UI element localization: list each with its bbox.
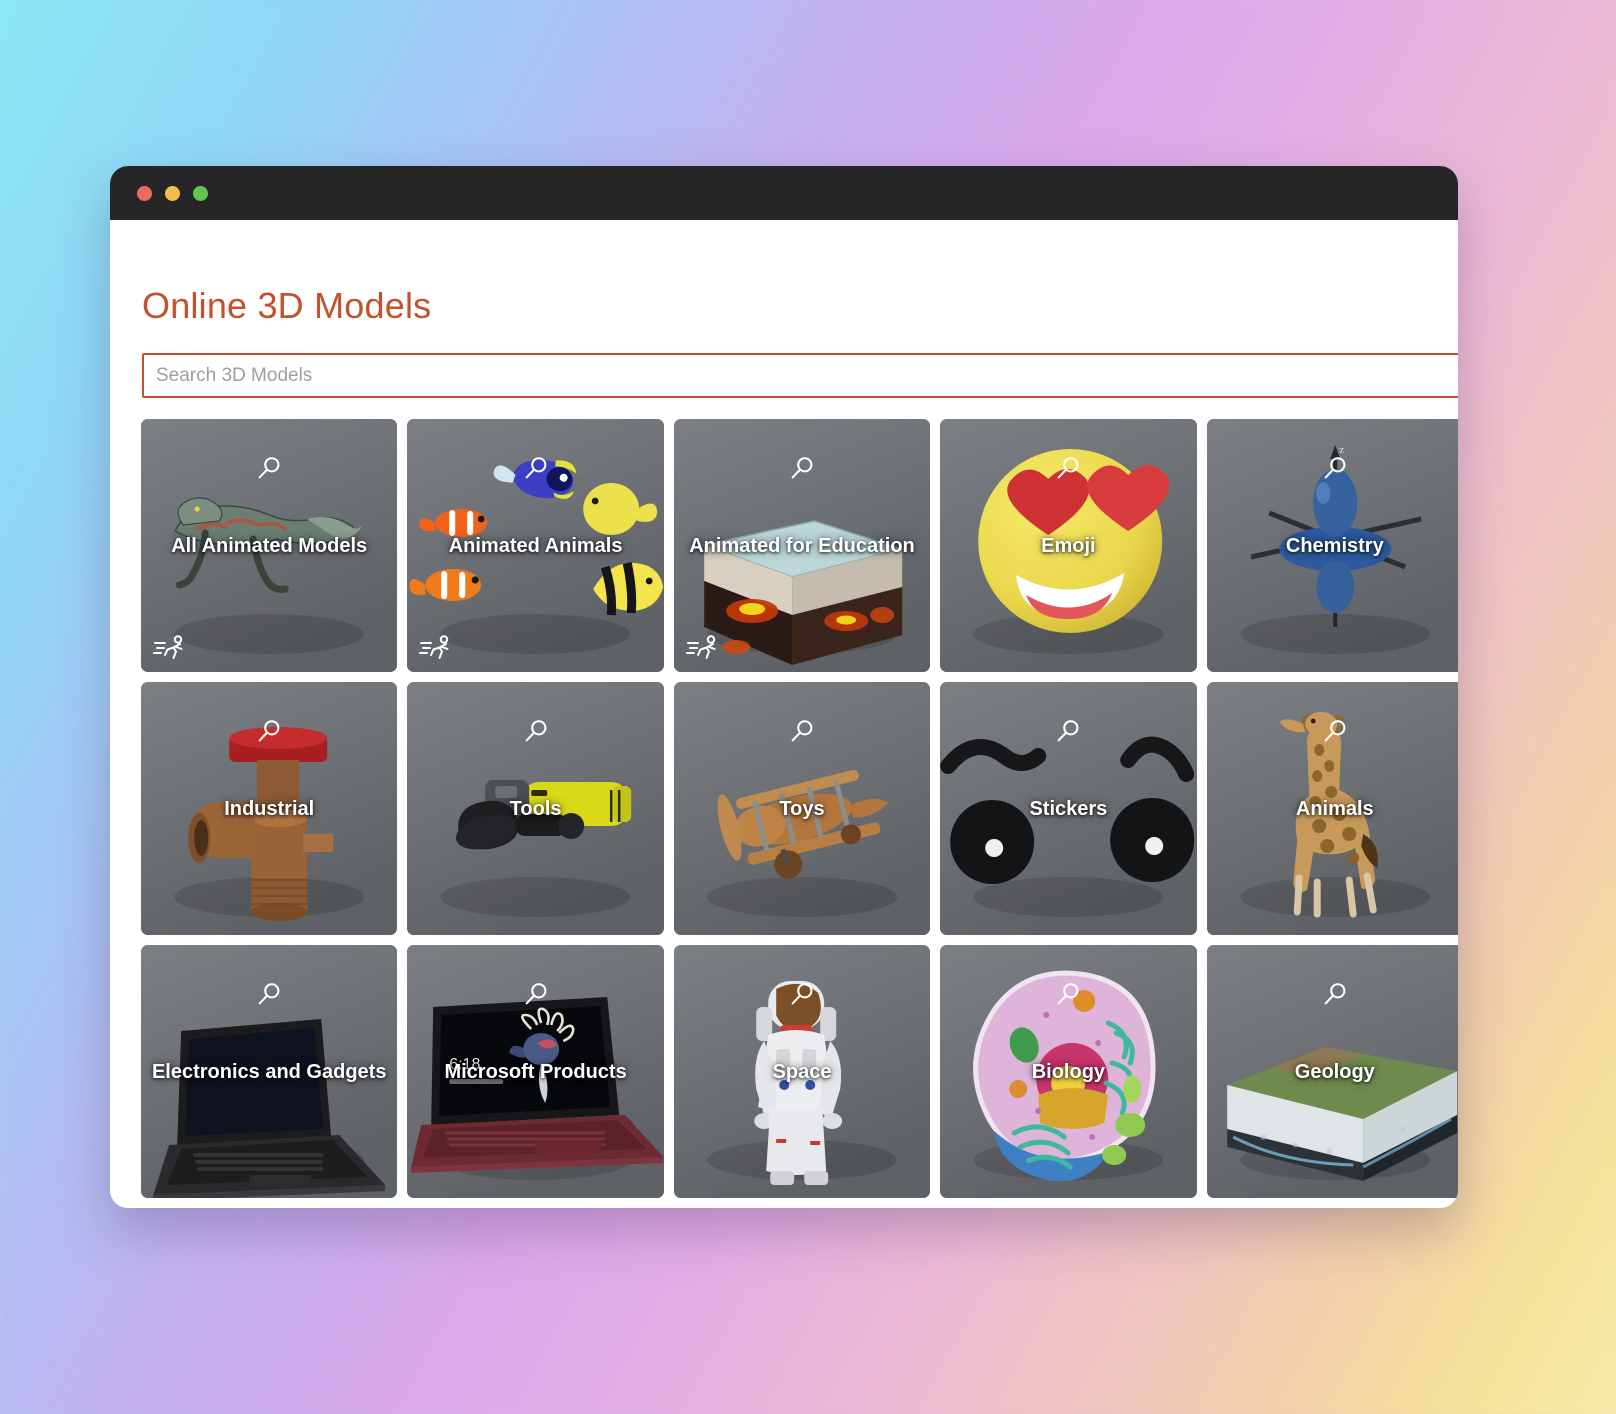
category-tile[interactable]: Tools bbox=[407, 682, 664, 935]
model-category-grid: All Animated Models Animated Animals Anima… bbox=[141, 419, 1458, 1198]
tile-thumbnail-googly-eyes bbox=[940, 682, 1197, 935]
search-input[interactable] bbox=[142, 353, 1458, 398]
category-tile[interactable]: Animals bbox=[1206, 682, 1458, 935]
category-tile[interactable]: Animated for Education bbox=[673, 419, 931, 672]
page-title: Online 3D Models bbox=[142, 285, 432, 326]
category-tile[interactable]: Animated Animals bbox=[407, 419, 664, 672]
tile-thumbnail-brass-valve bbox=[141, 682, 398, 935]
category-tile[interactable]: 6:18 Microsoft Products bbox=[407, 945, 664, 1198]
maximize-window-button[interactable] bbox=[193, 185, 208, 201]
tile-thumbnail-astronaut bbox=[673, 945, 931, 1198]
page-content: Online 3D Models All Animated ModelsAnim… bbox=[110, 220, 1458, 1208]
category-tile[interactable]: Geology bbox=[1206, 945, 1458, 1198]
category-tile[interactable]: z Chemistry bbox=[1206, 419, 1458, 672]
category-tile[interactable]: Space bbox=[673, 945, 931, 1198]
category-tile[interactable]: Emoji bbox=[940, 419, 1197, 672]
svg-text:6:18: 6:18 bbox=[450, 1056, 481, 1073]
tile-thumbnail-rock-strata bbox=[1206, 945, 1458, 1198]
minimize-window-button[interactable] bbox=[165, 185, 180, 201]
tile-thumbnail-dinosaur bbox=[141, 419, 398, 672]
category-tile[interactable]: Electronics and Gadgets bbox=[141, 945, 398, 1198]
tile-thumbnail-angle-grinder bbox=[407, 682, 664, 935]
browser-window: Online 3D Models All Animated ModelsAnim… bbox=[110, 166, 1458, 1208]
category-tile[interactable]: Stickers bbox=[940, 682, 1197, 935]
tile-thumbnail-animal-cell bbox=[940, 945, 1197, 1198]
tile-thumbnail-orbital: z bbox=[1206, 419, 1458, 672]
tile-thumbnail-wooden-biplane bbox=[673, 682, 931, 935]
category-tile[interactable]: Biology bbox=[940, 945, 1197, 1198]
tile-thumbnail-earth-crust bbox=[673, 419, 931, 672]
category-tile[interactable]: All Animated Models bbox=[141, 419, 398, 672]
tile-thumbnail-laptop bbox=[141, 945, 398, 1198]
close-window-button[interactable] bbox=[137, 185, 152, 201]
svg-text:z: z bbox=[1339, 444, 1344, 456]
category-tile[interactable]: Toys bbox=[673, 682, 931, 935]
tile-thumbnail-heart-eyes-emoji bbox=[940, 419, 1197, 672]
tile-thumbnail-surface-laptop: 6:18 bbox=[407, 945, 664, 1198]
category-tile[interactable]: Industrial bbox=[141, 682, 398, 935]
tile-thumbnail-fish bbox=[407, 419, 664, 672]
window-titlebar bbox=[110, 166, 1458, 220]
search-bar-container bbox=[142, 353, 1458, 398]
tile-thumbnail-giraffe bbox=[1206, 682, 1458, 935]
